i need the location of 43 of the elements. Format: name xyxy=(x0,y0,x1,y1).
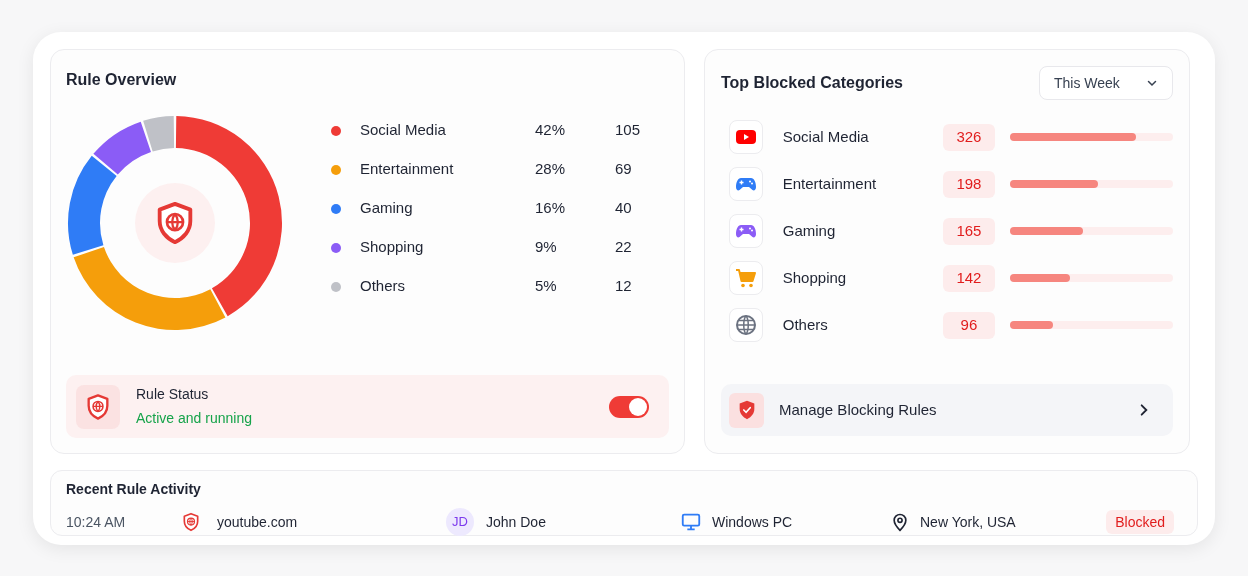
user-name: John Doe xyxy=(486,512,547,532)
legend-label: Entertainment xyxy=(360,159,455,180)
legend-count: 22 xyxy=(615,237,633,258)
legend-percent: 42% xyxy=(535,120,567,141)
category-label: Gaming xyxy=(782,220,837,241)
count-badge: 165 xyxy=(942,217,996,245)
count-badge: 142 xyxy=(942,264,996,292)
user-avatar: JD xyxy=(446,508,474,536)
device-text: Windows PC xyxy=(712,512,794,532)
count-badge: 326 xyxy=(942,123,996,151)
legend-percent: 9% xyxy=(535,237,558,258)
toggle-switch[interactable] xyxy=(609,395,649,418)
status-label: Rule Status xyxy=(136,385,210,404)
panel-title: Top Blocked Categories xyxy=(721,73,903,93)
location-text: New York, USA xyxy=(920,512,1016,532)
category-label: Others xyxy=(782,314,829,335)
panel-title: Rule Overview xyxy=(66,70,178,90)
status-badge: Blocked xyxy=(1106,510,1174,534)
count-badge: 96 xyxy=(942,311,996,339)
legend-percent: 5% xyxy=(535,276,558,297)
legend-percent: 16% xyxy=(535,198,567,219)
site-text: youtube.com xyxy=(217,512,299,532)
legend-label: Gaming xyxy=(360,198,414,219)
legend-label: Shopping xyxy=(360,237,425,258)
legend-percent: 28% xyxy=(535,159,567,180)
category-label: Social Media xyxy=(782,126,870,147)
category-label: Entertainment xyxy=(782,173,878,194)
panel-title: Recent Rule Activity xyxy=(66,480,202,499)
monitor-icon xyxy=(680,511,702,533)
legend-label: Others xyxy=(360,276,406,297)
legend-count: 12 xyxy=(615,276,633,297)
status-text: Active and running xyxy=(136,409,252,428)
period-dropdown[interactable]: This Week xyxy=(1039,66,1173,100)
legend-count: 40 xyxy=(615,198,633,219)
category-label: Shopping xyxy=(782,267,848,288)
legend-count: 105 xyxy=(615,120,642,141)
legend-count: 69 xyxy=(615,159,633,180)
count-badge: 198 xyxy=(942,170,996,198)
location-pin-icon xyxy=(890,512,910,532)
time-text: 10:24 AM xyxy=(66,512,127,532)
legend-label: Social Media xyxy=(360,120,447,141)
manage-rules-button[interactable]: Manage Blocking Rules xyxy=(721,384,1173,436)
shield-globe-icon xyxy=(181,512,201,532)
